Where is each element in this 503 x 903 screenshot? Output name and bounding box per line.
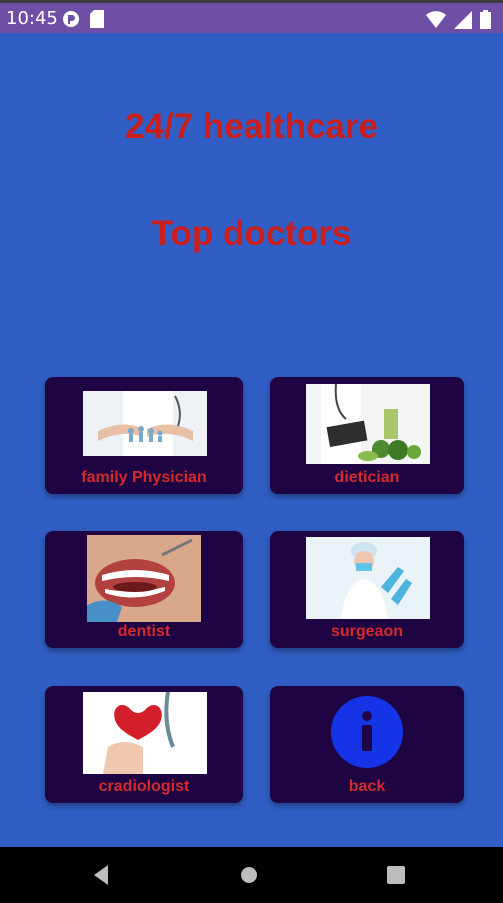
cardiologist-card[interactable]: cradiologist xyxy=(45,686,243,803)
dietician-label: dietician xyxy=(334,469,400,486)
status-time: 10:45 xyxy=(6,8,58,29)
page-subtitle: Top doctors xyxy=(151,214,352,253)
status-bar: 10:45 xyxy=(0,0,503,33)
battery-icon xyxy=(480,10,491,34)
surgeon-photo xyxy=(306,537,430,619)
wifi-icon xyxy=(426,10,446,34)
surgeon-card[interactable]: surgeaon xyxy=(270,531,464,648)
family-physician-label: family Physician xyxy=(81,469,207,486)
surgeon-label: surgeaon xyxy=(330,623,403,640)
navigation-bar xyxy=(0,847,503,903)
dietician-card[interactable]: dietician xyxy=(270,377,464,494)
cardiologist-photo xyxy=(83,692,207,774)
dietician-photo xyxy=(306,384,430,464)
sd-card-icon xyxy=(90,10,104,33)
dentist-card[interactable]: dentist xyxy=(45,531,243,648)
home-circle-icon[interactable] xyxy=(235,861,263,889)
dentist-photo xyxy=(87,535,201,622)
status-right-icons xyxy=(426,10,491,34)
back-label: back xyxy=(348,778,386,795)
dentist-label: dentist xyxy=(117,623,171,640)
back-card[interactable]: back xyxy=(270,686,464,803)
recents-square-icon[interactable] xyxy=(382,861,410,889)
cell-signal-icon xyxy=(454,10,472,34)
family-physician-card[interactable]: family Physician xyxy=(45,377,243,494)
main-content: 24/7 healthcare Top doctors family Physi… xyxy=(0,33,503,847)
family-physician-photo xyxy=(83,391,207,456)
info-icon xyxy=(331,696,403,768)
status-left-icons xyxy=(62,10,104,33)
app-notification-icon xyxy=(62,10,80,33)
cardiologist-label: cradiologist xyxy=(98,778,190,795)
page-title: 24/7 healthcare xyxy=(125,107,378,146)
back-triangle-icon[interactable] xyxy=(88,861,116,889)
